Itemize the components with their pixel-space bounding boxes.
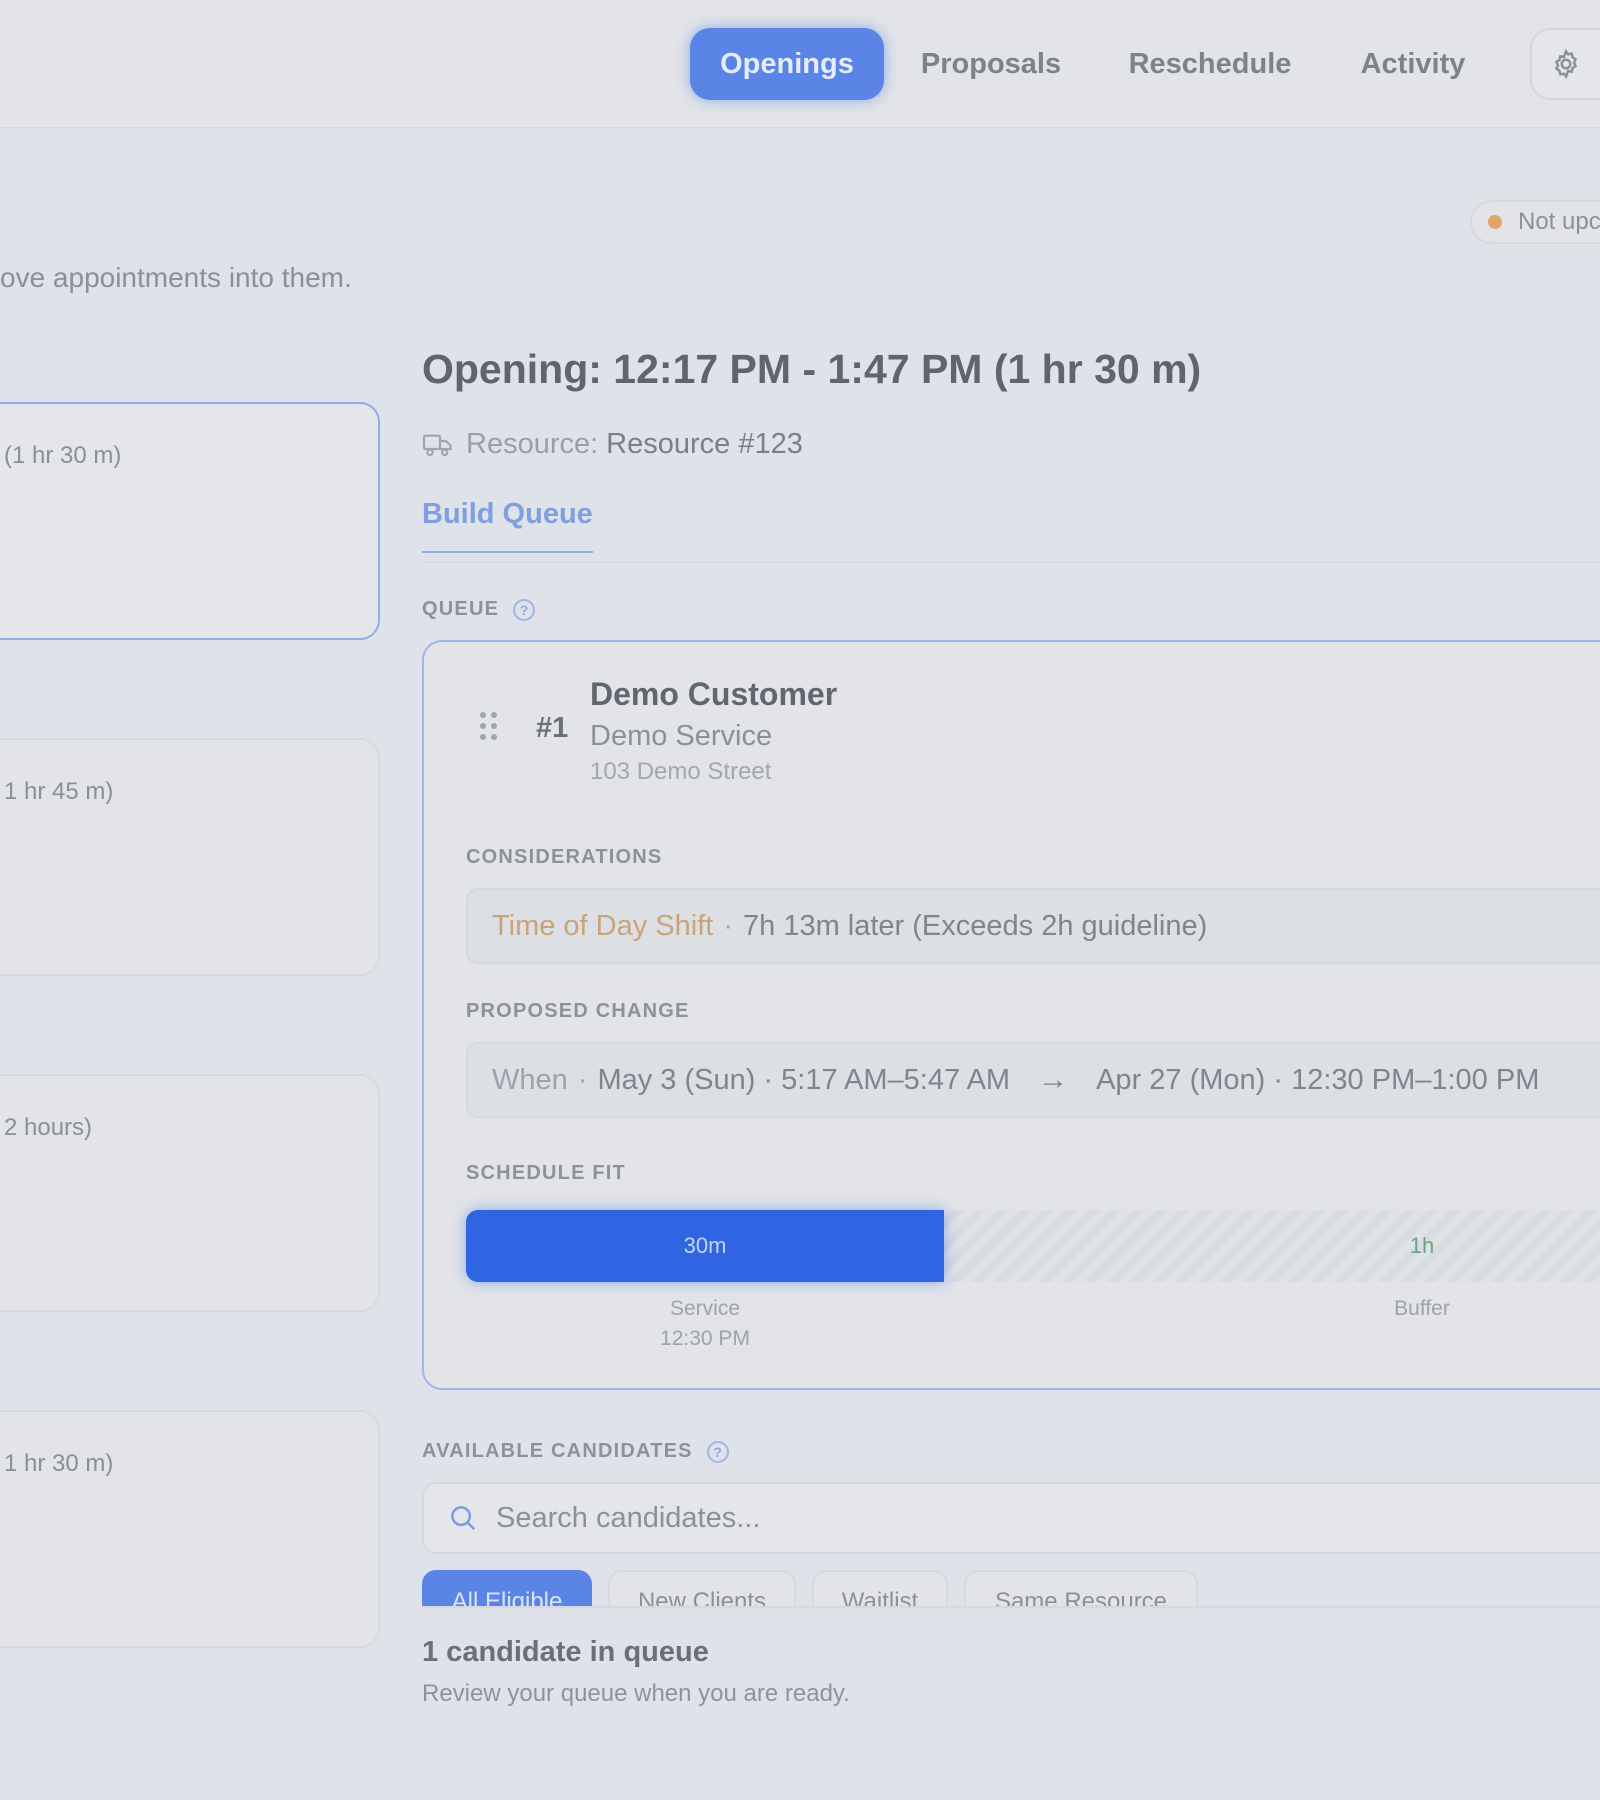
chips-divider bbox=[422, 1606, 1600, 1608]
status-label: Not upc bbox=[1518, 208, 1600, 235]
filter-all-eligible[interactable]: All Eligible bbox=[422, 1570, 592, 1606]
opening-duration: (1 hr 30 m) bbox=[4, 442, 122, 469]
proposed-change-box: When · May 3 (Sun) · 5:17 AM–5:47 AM → A… bbox=[466, 1042, 1600, 1118]
search-box bbox=[422, 1482, 1600, 1554]
page-subtitle: ove appointments into them. bbox=[0, 262, 352, 293]
separator: · bbox=[577, 1063, 588, 1096]
queue-rank: #1 bbox=[536, 712, 569, 744]
queue-section-label: QUEUE ? bbox=[422, 598, 536, 621]
settings-button[interactable] bbox=[1530, 28, 1600, 100]
filter-new-clients[interactable]: New Clients bbox=[608, 1570, 796, 1606]
tab-reschedule[interactable]: Reschedule bbox=[1110, 28, 1310, 100]
arrow-right-icon: → bbox=[1038, 1063, 1069, 1096]
tab-divider bbox=[422, 562, 1600, 563]
consideration-tag: Time of Day Shift bbox=[492, 909, 714, 942]
filter-same-resource[interactable]: Same Resource bbox=[964, 1570, 1198, 1606]
opening-card[interactable]: 2 hours) bbox=[0, 1074, 380, 1312]
consideration-text: 7h 13m later (Exceeds 2h guideline) bbox=[743, 909, 1208, 942]
queue-count: 1 candidate in queue bbox=[422, 1636, 709, 1668]
schedule-fit-bar: 30m 1h bbox=[466, 1210, 1600, 1282]
opening-card[interactable]: 1 hr 30 m) bbox=[0, 1410, 380, 1648]
resource-row: Resource: Resource #123 bbox=[422, 428, 803, 461]
proposed-to: Apr 27 (Mon) · 12:30 PM–1:00 PM bbox=[1096, 1063, 1540, 1096]
customer-name: Demo Customer bbox=[590, 676, 838, 712]
status-dot bbox=[1488, 215, 1502, 229]
tab-activity[interactable]: Activity bbox=[1342, 28, 1484, 100]
opening-card-selected[interactable]: (1 hr 30 m) bbox=[0, 402, 380, 640]
considerations-box: Time of Day Shift · 7h 13m later (Exceed… bbox=[466, 888, 1600, 964]
customer-address: 103 Demo Street bbox=[590, 758, 772, 785]
fit-service-segment: 30m bbox=[466, 1210, 944, 1282]
gear-icon bbox=[1554, 48, 1578, 80]
candidates-label: AVAILABLE CANDIDATES bbox=[422, 1440, 693, 1462]
fit-service-label: Service bbox=[669, 1297, 741, 1320]
candidates-section-label: AVAILABLE CANDIDATES ? bbox=[422, 1440, 729, 1463]
filter-chips: All Eligible New Clients Waitlist Same R… bbox=[422, 1570, 1600, 1606]
proposed-from: May 3 (Sun) · 5:17 AM–5:47 AM bbox=[597, 1063, 1011, 1096]
proposed-change-label: PROPOSED CHANGE bbox=[466, 1000, 690, 1022]
help-icon[interactable]: ? bbox=[706, 1440, 729, 1463]
opening-duration: 1 hr 45 m) bbox=[4, 778, 114, 805]
queue-item-card: #1 Demo Customer Demo Service 103 Demo S… bbox=[422, 640, 1600, 1390]
status-badge: Not upc bbox=[1470, 200, 1600, 244]
filter-waitlist[interactable]: Waitlist bbox=[812, 1570, 948, 1606]
drag-handle-icon[interactable] bbox=[480, 712, 498, 742]
fit-service-time: 12:30 PM bbox=[660, 1327, 750, 1350]
tab-proposals[interactable]: Proposals bbox=[906, 28, 1076, 100]
search-input[interactable] bbox=[496, 1501, 1396, 1535]
queue-hint: Review your queue when you are ready. bbox=[422, 1680, 850, 1707]
top-nav: Openings Proposals Reschedule Activity bbox=[0, 0, 1600, 128]
queue-label: QUEUE bbox=[422, 598, 500, 620]
resource-label: Resource: bbox=[466, 428, 599, 460]
truck-icon bbox=[422, 434, 452, 456]
fit-service-caption: Service 12:30 PM bbox=[466, 1294, 944, 1354]
schedule-fit-label: SCHEDULE FIT bbox=[466, 1162, 626, 1184]
resource-value: Resource #123 bbox=[606, 428, 803, 460]
opening-duration: 1 hr 30 m) bbox=[4, 1450, 114, 1477]
help-icon[interactable]: ? bbox=[513, 598, 536, 621]
opening-card[interactable]: 1 hr 45 m) bbox=[0, 738, 380, 976]
fit-buffer-label: Buffer bbox=[1394, 1297, 1450, 1320]
customer-service: Demo Service bbox=[590, 720, 773, 752]
separator: · bbox=[723, 909, 733, 942]
fit-buffer-value: 1h bbox=[1409, 1233, 1435, 1258]
proposed-field: When bbox=[492, 1063, 568, 1096]
fit-service-value: 30m bbox=[683, 1233, 727, 1258]
tab-build-queue[interactable]: Build Queue bbox=[422, 498, 593, 553]
fit-buffer-caption: Buffer bbox=[944, 1294, 1600, 1324]
search-icon bbox=[451, 1506, 476, 1531]
considerations-label: CONSIDERATIONS bbox=[466, 846, 663, 868]
opening-title: Opening: 12:17 PM - 1:47 PM (1 hr 30 m) bbox=[422, 346, 1202, 392]
tab-openings[interactable]: Openings bbox=[690, 28, 884, 100]
opening-duration: 2 hours) bbox=[4, 1114, 93, 1141]
